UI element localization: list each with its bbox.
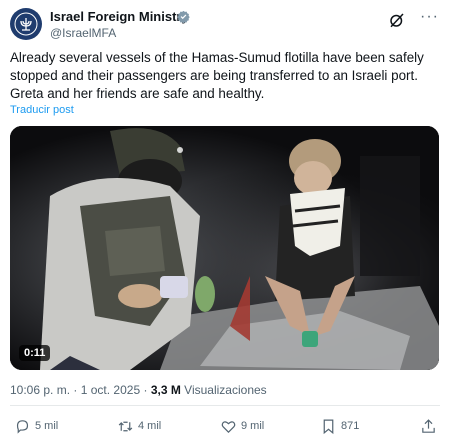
reply-button[interactable]: 5 mil bbox=[14, 415, 58, 437]
reply-count: 5 mil bbox=[35, 420, 59, 432]
repost-button[interactable]: 4 mil bbox=[117, 415, 161, 437]
views-count: 3,3 M bbox=[150, 383, 181, 397]
grok-icon[interactable] bbox=[388, 11, 406, 29]
share-icon bbox=[422, 418, 435, 433]
avatar[interactable] bbox=[10, 8, 42, 40]
verified-badge-icon bbox=[177, 10, 190, 23]
video-thumbnail bbox=[10, 126, 439, 370]
like-button[interactable]: 9 mil bbox=[220, 415, 264, 437]
menorah-emblem-icon bbox=[14, 12, 38, 36]
like-count: 9 mil bbox=[241, 420, 265, 432]
translate-post-link[interactable]: Traducir post bbox=[10, 104, 74, 116]
bookmark-button[interactable]: 871 bbox=[320, 415, 359, 437]
post-header: Israel Foreign Ministry @IsraelMFA ··· bbox=[10, 7, 440, 47]
bookmark-count: 871 bbox=[341, 420, 360, 432]
post-date[interactable]: 1 oct. 2025 bbox=[81, 383, 140, 397]
post-text: Already several vessels of the Hamas-Sum… bbox=[10, 50, 424, 101]
video-duration-badge: 0:11 bbox=[19, 345, 51, 361]
views-label: Visualizaciones bbox=[184, 383, 267, 397]
video-player[interactable] bbox=[10, 126, 439, 370]
heart-icon bbox=[221, 420, 236, 433]
action-bar: 5 mil 4 mil 9 mil 871 bbox=[10, 415, 440, 439]
meta-separator: · bbox=[73, 383, 78, 397]
display-name[interactable]: Israel Foreign Ministry bbox=[50, 9, 189, 24]
repost-count: 4 mil bbox=[138, 420, 162, 432]
more-options-icon[interactable]: ··· bbox=[420, 7, 439, 27]
divider bbox=[10, 405, 440, 406]
bookmark-icon bbox=[323, 419, 334, 434]
reply-icon bbox=[16, 419, 29, 434]
repost-icon bbox=[118, 421, 133, 431]
handle[interactable]: @IsraelMFA bbox=[50, 26, 116, 40]
meta-separator: · bbox=[143, 383, 148, 397]
post-meta: 10:06 p. m. · 1 oct. 2025 · 3,3 M Visual… bbox=[10, 383, 267, 397]
post-time[interactable]: 10:06 p. m. bbox=[10, 383, 70, 397]
share-button[interactable] bbox=[420, 415, 441, 437]
